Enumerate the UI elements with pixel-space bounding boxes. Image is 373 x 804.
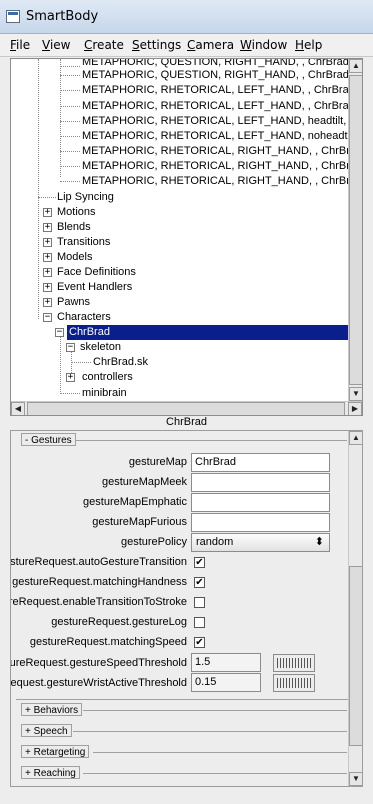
expand-icon[interactable]: + — [43, 253, 52, 262]
gesture-entry[interactable]: METAPHORIC, RHETORICAL, RIGHT_HAND, , Ch… — [82, 159, 362, 174]
behaviors-section-header[interactable]: + Behaviors — [21, 703, 83, 716]
tree-item-lip-syncing[interactable]: Lip Syncing — [57, 190, 114, 205]
gesture-policy-value: random — [196, 536, 234, 548]
tree-item-models[interactable]: Models — [57, 250, 92, 265]
gesture-wrist-active-threshold-slider[interactable] — [273, 674, 315, 692]
matching-handness-label: gestureRequest.matchingHandness — [12, 576, 187, 588]
tree-guide-line — [38, 59, 39, 319]
menu-file[interactable]: File — [10, 38, 30, 52]
tree-item-characters[interactable]: Characters — [57, 310, 111, 325]
enable-transition-to-stroke-label: gestureRequest.enableTransitionToStroke — [11, 596, 187, 608]
collapse-icon[interactable]: − — [43, 313, 52, 322]
expand-icon[interactable]: + — [43, 283, 52, 292]
gesture-map-meek-label: gestureMapMeek — [102, 476, 187, 488]
tree-guide-line — [60, 59, 61, 177]
gesture-map-furious-label: gestureMapFurious — [92, 516, 187, 528]
gesture-map-emphatic-input[interactable] — [191, 493, 330, 512]
menu-create[interactable]: Create — [84, 38, 124, 52]
scroll-down-icon[interactable]: ▼ — [349, 772, 362, 786]
retargeting-section-header[interactable]: + Retargeting — [21, 745, 90, 758]
tree-hscroll-thumb[interactable] — [27, 402, 345, 415]
collapse-icon[interactable]: − — [66, 343, 75, 352]
gesture-wrist-active-threshold-input[interactable]: 0.15 — [191, 673, 261, 692]
menu-bar: File View Create Settings Camera Window … — [0, 34, 373, 57]
gesture-map-label: gestureMap — [128, 456, 187, 468]
collapse-icon[interactable]: − — [55, 328, 64, 337]
gesture-entry[interactable]: METAPHORIC, RHETORICAL, LEFT_HAND, , Chr… — [82, 99, 362, 114]
gestures-section-header[interactable]: - Gestures — [21, 433, 76, 446]
gesture-entry[interactable]: METAPHORIC, RHETORICAL, LEFT_HAND, , Chr… — [82, 83, 362, 98]
tree-horizontal-scrollbar[interactable]: ◀ ▶ — [11, 401, 362, 415]
tree-item-skeleton-file[interactable]: ChrBrad.sk — [93, 355, 148, 370]
gesture-log-label: gestureRequest.gestureLog — [51, 616, 187, 628]
gesture-map-emphatic-label: gestureMapEmphatic — [83, 496, 187, 508]
gesture-entry[interactable]: METAPHORIC, RHETORICAL, LEFT_HAND, nohea… — [82, 129, 362, 144]
matching-speed-label: gestureRequest.matchingSpeed — [29, 636, 187, 648]
gesture-entry[interactable]: METAPHORIC, RHETORICAL, RIGHT_HAND, , Ch… — [82, 174, 362, 189]
selected-object-label: ChrBrad — [166, 416, 207, 428]
gesture-entry[interactable]: METAPHORIC, RHETORICAL, RIGHT_HAND, , Ch… — [82, 144, 362, 159]
tree-item-minibrain[interactable]: minibrain — [82, 386, 127, 401]
tree-vertical-scrollbar[interactable]: ▲ ▼ — [348, 59, 362, 401]
tree-item-pawns[interactable]: Pawns — [57, 295, 90, 310]
scroll-left-icon[interactable]: ◀ — [11, 402, 25, 415]
reaching-section-header[interactable]: + Reaching — [21, 766, 80, 779]
menu-camera[interactable]: Camera — [187, 38, 234, 52]
gesture-speed-threshold-label: gestureRequest.gestureSpeedThreshold — [10, 657, 187, 669]
menu-settings[interactable]: Settings — [132, 38, 181, 52]
matching-handness-checkbox[interactable]: ✔ — [194, 577, 205, 588]
tree-item-face-definitions[interactable]: Face Definitions — [57, 265, 136, 280]
expand-icon[interactable]: + — [43, 238, 52, 247]
gesture-entry[interactable]: METAPHORIC, RHETORICAL, LEFT_HAND, headt… — [82, 114, 362, 129]
menu-help[interactable]: Help — [295, 38, 322, 52]
speech-section-header[interactable]: + Speech — [21, 724, 72, 737]
tree-item-motions[interactable]: Motions — [57, 205, 96, 220]
scroll-right-icon[interactable]: ▶ — [348, 402, 362, 415]
expand-icon[interactable]: + — [66, 373, 75, 382]
gesture-wrist-active-threshold-label: gestureRequest.gestureWristActiveThresho… — [10, 677, 187, 689]
tree-item-transitions[interactable]: Transitions — [57, 235, 110, 250]
auto-gesture-transition-checkbox[interactable]: ✔ — [194, 557, 205, 568]
gesture-map-input[interactable]: ChrBrad — [191, 453, 330, 472]
resource-tree[interactable]: METAPHORIC, QUESTION, RIGHT_HAND, , ChrB… — [10, 58, 363, 416]
menu-window[interactable]: Window — [240, 38, 287, 52]
scroll-down-icon[interactable]: ▼ — [349, 387, 362, 401]
title-bar[interactable]: SmartBody — [0, 0, 373, 34]
gesture-map-meek-input[interactable] — [191, 473, 330, 492]
gesture-map-furious-input[interactable] — [191, 513, 330, 532]
matching-speed-checkbox[interactable]: ✔ — [194, 637, 205, 648]
tree-item-chrbrad[interactable]: ChrBrad — [67, 325, 351, 340]
expand-icon[interactable]: + — [43, 298, 52, 307]
gesture-entry[interactable]: METAPHORIC, QUESTION, RIGHT_HAND, , ChrB… — [82, 68, 362, 83]
auto-gesture-transition-label: gestureRequest.autoGestureTransition — [10, 556, 187, 568]
scroll-up-icon[interactable]: ▲ — [349, 59, 362, 73]
gesture-log-checkbox[interactable] — [194, 617, 205, 628]
gesture-policy-select[interactable]: random ⬍ — [191, 533, 330, 552]
tree-item-blends[interactable]: Blends — [57, 220, 91, 235]
tree-item-controllers[interactable]: controllers — [82, 370, 133, 385]
expand-icon[interactable]: + — [43, 223, 52, 232]
menu-view[interactable]: View — [42, 38, 70, 52]
attribute-vertical-scrollbar[interactable]: ▲ ▼ — [348, 431, 362, 786]
gesture-speed-threshold-slider[interactable] — [273, 654, 315, 672]
attribute-panel: - Gestures gestureMap ChrBrad gestureMap… — [10, 430, 363, 787]
tree-scroll-thumb[interactable] — [349, 75, 362, 385]
window-title: SmartBody — [26, 9, 99, 24]
tree-guide-line — [60, 332, 61, 394]
gesture-speed-threshold-input[interactable]: 1.5 — [191, 653, 261, 672]
expand-icon[interactable]: + — [43, 268, 52, 277]
attribute-scroll-thumb[interactable] — [349, 566, 362, 746]
tree-item-skeleton[interactable]: skeleton — [80, 340, 121, 355]
expand-icon[interactable]: + — [43, 208, 52, 217]
tree-item-event-handlers[interactable]: Event Handlers — [57, 280, 132, 295]
gesture-policy-label: gesturePolicy — [120, 536, 187, 548]
enable-transition-to-stroke-checkbox[interactable] — [194, 597, 205, 608]
scroll-up-icon[interactable]: ▲ — [349, 431, 362, 445]
app-icon — [6, 10, 20, 23]
spin-arrows-icon: ⬍ — [314, 536, 324, 548]
